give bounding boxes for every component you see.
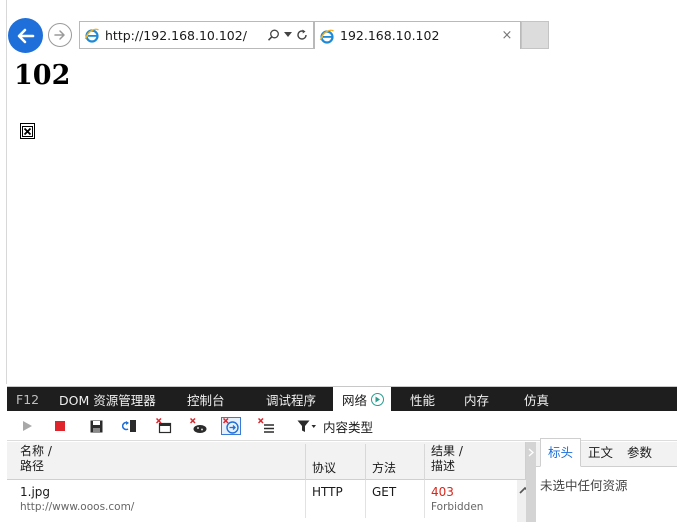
request-status-text: Forbidden: [431, 501, 484, 513]
stop-capture-button[interactable]: [50, 417, 70, 435]
column-header-name-line1: 名称 /: [20, 444, 52, 458]
arrow-right-icon: [54, 30, 65, 40]
detail-tab-body[interactable]: 正文: [581, 442, 620, 466]
stop-icon: [55, 421, 65, 431]
detail-empty-message: 未选中任何资源: [540, 478, 628, 493]
always-refresh-button[interactable]: [120, 417, 140, 435]
detail-collapse-toggle[interactable]: [526, 442, 536, 522]
column-header-result-line2: 描述: [431, 459, 456, 473]
content-type-filter-label[interactable]: 内容类型: [323, 417, 373, 436]
arrow-left-icon: [17, 28, 34, 43]
search-icon[interactable]: [267, 29, 280, 42]
browser-tab[interactable]: 192.168.10.102 ×: [314, 21, 521, 49]
cell-method: GET: [366, 480, 425, 518]
request-method: GET: [372, 485, 397, 499]
tab-network-label: 网络: [342, 392, 368, 408]
new-tab-button[interactable]: [521, 21, 549, 49]
column-header-name[interactable]: 名称 / 路径: [7, 444, 306, 480]
address-bar[interactable]: http://192.168.10.102/: [79, 21, 314, 49]
ie-logo-icon: [84, 28, 99, 43]
clear-on-navigate-button[interactable]: [154, 417, 174, 435]
tab-ie-logo-icon: [319, 29, 334, 44]
start-capture-button[interactable]: [17, 417, 37, 435]
table-row[interactable]: 1.jpg http://www.ooos.com/ HTTP GET 403 …: [7, 480, 526, 518]
request-name: 1.jpg: [20, 485, 51, 499]
clear-entries-button[interactable]: [256, 417, 276, 435]
back-button[interactable]: [8, 18, 43, 53]
network-toolbar: 内容类型: [7, 411, 677, 441]
tab-console[interactable]: 控制台: [167, 387, 246, 411]
tab-title: 192.168.10.102: [340, 28, 440, 43]
cell-protocol: HTTP: [306, 480, 366, 518]
column-header-name-line2: 路径: [20, 459, 45, 473]
devtools-f12-label: F12: [16, 391, 40, 407]
tab-debugger[interactable]: 调试程序: [246, 387, 333, 411]
network-request-table: 名称 / 路径 协议 方法 结果 / 描述 1.jpg http://www.o…: [7, 442, 533, 522]
column-header-result-line1: 结果 /: [431, 444, 463, 458]
save-icon: [90, 420, 102, 432]
tab-memory[interactable]: 内存: [451, 387, 511, 411]
clear-page-icon: [156, 418, 172, 434]
address-tools: [267, 29, 313, 42]
request-detail-pane: 标头 正文 参数 未选中任何资源: [536, 438, 677, 522]
clear-list-icon: [257, 418, 274, 433]
network-recording-icon: [371, 392, 385, 406]
dropdown-caret-icon[interactable]: [284, 32, 292, 38]
tab-close-icon[interactable]: ×: [498, 28, 516, 43]
export-har-button[interactable]: [86, 417, 106, 435]
tab-performance[interactable]: 性能: [391, 387, 451, 411]
forward-button[interactable]: [48, 23, 72, 47]
detail-tab-headers[interactable]: 标头: [540, 438, 582, 467]
content-type-filter-button[interactable]: [294, 417, 320, 435]
tab-network[interactable]: 网络: [333, 387, 391, 411]
column-header-method[interactable]: 方法: [366, 444, 425, 480]
detail-tab-bar: 标头 正文 参数: [536, 438, 677, 467]
browser-chrome: http://192.168.10.102/ 192.168.10.102 ×: [7, 18, 677, 53]
play-icon: [23, 421, 32, 431]
tab-dom-explorer[interactable]: DOM 资源管理器: [49, 387, 167, 411]
devtools-tab-bar: F12 DOM 资源管理器 控制台 调试程序 网络 性能 内存 仿真: [7, 387, 677, 411]
page-heading: 102: [14, 60, 71, 91]
cell-result: 403 Forbidden: [425, 480, 517, 518]
column-header-protocol[interactable]: 协议: [306, 444, 366, 480]
filter-icon: [297, 420, 316, 432]
request-path: http://www.ooos.com/: [20, 501, 135, 513]
detail-tab-parameters[interactable]: 参数: [620, 442, 659, 466]
column-header-result[interactable]: 结果 / 描述: [425, 444, 526, 480]
request-protocol: HTTP: [312, 485, 343, 499]
always-refresh-toggle[interactable]: [221, 417, 241, 435]
clear-cache-icon: [223, 418, 239, 434]
table-header: 名称 / 路径 协议 方法 结果 / 描述: [7, 442, 525, 480]
address-url[interactable]: http://192.168.10.102/: [105, 28, 267, 43]
cell-name: 1.jpg http://www.ooos.com/: [7, 480, 306, 518]
refresh-icon[interactable]: [296, 29, 308, 41]
request-status-code: 403: [431, 485, 454, 499]
broken-image-icon: [20, 123, 35, 139]
chevron-right-icon: [528, 448, 534, 457]
server-refresh-icon: [122, 420, 136, 432]
browser-window: http://192.168.10.102/ 192.168.10.102 × …: [0, 0, 677, 522]
cookie-icon: [189, 418, 206, 433]
tab-emulation[interactable]: 仿真: [511, 387, 571, 411]
window-left-edge: [0, 0, 7, 384]
f12-developer-tools: F12 DOM 资源管理器 控制台 调试程序 网络 性能 内存 仿真 内容类型 …: [7, 386, 677, 522]
clear-cookies-button[interactable]: [188, 417, 208, 435]
